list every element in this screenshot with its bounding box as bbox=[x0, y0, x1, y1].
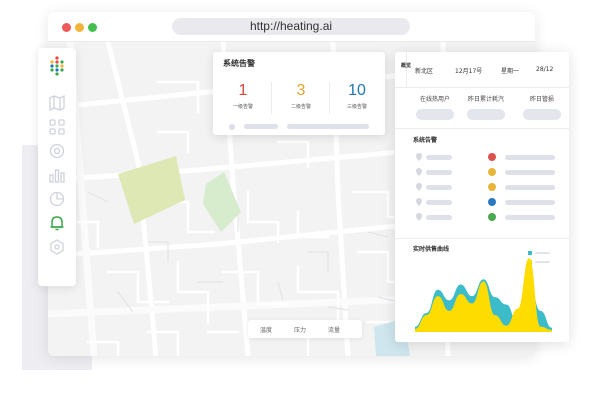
placeholder-bar bbox=[287, 124, 369, 129]
alarm-row-text-placeholder bbox=[426, 170, 452, 175]
address-bar[interactable]: http://heating.ai bbox=[172, 18, 410, 35]
district-label: 新北区 bbox=[415, 68, 434, 75]
alarm-row[interactable] bbox=[395, 196, 569, 208]
extra-label: 28/12 bbox=[536, 66, 554, 73]
close-window-button[interactable] bbox=[62, 23, 71, 32]
alarm-level-1-label: 一级告警 bbox=[232, 104, 253, 110]
divider bbox=[395, 128, 569, 129]
overview-panel: 概览 新北区 12月17号 星期一 28/12 在线热用户 昨日累计耗汽 昨日管… bbox=[395, 52, 569, 342]
location-pin-icon bbox=[416, 183, 422, 191]
alarm-level-1[interactable]: 1 一级告警 bbox=[216, 82, 270, 110]
stage: http://heating.ai 系统告警 1 一级告警 3 二级告警 10 … bbox=[0, 0, 600, 400]
tab-temperature[interactable]: 温度 bbox=[260, 325, 272, 334]
alarm-row-text-placeholder bbox=[426, 215, 452, 220]
metric-label: 在线热用户 bbox=[419, 96, 450, 103]
tab-flow[interactable]: 流量 bbox=[328, 325, 340, 334]
metric-label: 昨日累计耗汽 bbox=[467, 96, 504, 103]
bell-icon[interactable] bbox=[48, 214, 66, 232]
alarm-status-dot bbox=[488, 198, 496, 206]
alarm-row[interactable] bbox=[395, 211, 569, 223]
alarm-footer-dot bbox=[229, 124, 235, 130]
metric-pipe-loss: 昨日管损 bbox=[518, 94, 566, 120]
alarm-row[interactable] bbox=[395, 181, 569, 193]
alarm-row[interactable] bbox=[395, 151, 569, 163]
grid-icon[interactable] bbox=[48, 118, 66, 136]
alarm-level-2-label: 二级告警 bbox=[290, 104, 311, 110]
hexagon-icon[interactable] bbox=[48, 238, 66, 256]
alarm-level-3-count: 10 bbox=[348, 82, 366, 99]
metric-value-placeholder bbox=[467, 109, 505, 120]
metric-online-users: 在线热用户 bbox=[411, 94, 459, 120]
metric-value-placeholder bbox=[416, 109, 454, 120]
settings-icon[interactable] bbox=[48, 142, 66, 160]
alarm-panel-title: 系统告警 bbox=[223, 59, 255, 68]
location-pin-icon bbox=[416, 153, 422, 161]
minimize-window-button[interactable] bbox=[75, 23, 84, 32]
alarm-level-1-count: 1 bbox=[238, 82, 248, 99]
alarm-row-text-placeholder bbox=[426, 200, 452, 205]
alarm-level-3[interactable]: 10 三级告警 bbox=[330, 82, 384, 110]
logo-icon bbox=[50, 56, 64, 76]
overview-header: 概览 新北区 12月17号 星期一 28/12 bbox=[395, 52, 569, 88]
date-label: 12月17号 bbox=[455, 68, 483, 75]
alarm-status-dot bbox=[488, 183, 496, 191]
placeholder-bar bbox=[244, 124, 278, 129]
divider bbox=[395, 238, 569, 239]
bar-chart-icon[interactable] bbox=[48, 166, 66, 184]
alarm-summary-panel: 系统告警 1 一级告警 3 二级告警 10 三级告警 bbox=[213, 52, 385, 135]
weekday-label: 星期一 bbox=[501, 68, 520, 75]
alarm-status-dot bbox=[488, 213, 496, 221]
alarm-row-detail-placeholder bbox=[505, 215, 555, 220]
alarm-level-3-label: 三级告警 bbox=[346, 104, 367, 110]
realtime-supply-chart bbox=[415, 258, 552, 332]
pie-chart-icon[interactable] bbox=[48, 190, 66, 208]
metric-steam-usage: 昨日累计耗汽 bbox=[462, 94, 510, 120]
system-alarms-title: 系统告警 bbox=[413, 137, 438, 144]
location-pin-icon bbox=[416, 198, 422, 206]
metric-label: 昨日管损 bbox=[529, 96, 554, 103]
overview-tab-label: 概览 bbox=[401, 63, 412, 69]
alarm-row-detail-placeholder bbox=[505, 200, 555, 205]
metric-value-placeholder bbox=[523, 109, 561, 120]
maximize-window-button[interactable] bbox=[88, 23, 97, 32]
map-icon[interactable] bbox=[48, 94, 66, 112]
alarm-level-2-count: 3 bbox=[296, 82, 306, 99]
alarm-level-2[interactable]: 3 二级告警 bbox=[274, 82, 328, 110]
location-pin-icon bbox=[416, 213, 422, 221]
location-pin-icon bbox=[416, 168, 422, 176]
alarm-row-detail-placeholder bbox=[505, 155, 555, 160]
alarm-status-dot bbox=[488, 153, 496, 161]
alarm-row-detail-placeholder bbox=[505, 185, 555, 190]
alarm-row[interactable] bbox=[395, 166, 569, 178]
browser-titlebar: http://heating.ai bbox=[48, 12, 535, 42]
alarm-row-text-placeholder bbox=[426, 155, 452, 160]
alarm-row-text-placeholder bbox=[426, 185, 452, 190]
sidebar bbox=[38, 48, 76, 286]
alarm-status-dot bbox=[488, 168, 496, 176]
alarm-row-detail-placeholder bbox=[505, 170, 555, 175]
map-layer-tabs: 温度 压力 流量 bbox=[248, 320, 362, 338]
overview-tab[interactable]: 概览 bbox=[395, 52, 411, 88]
tab-pressure[interactable]: 压力 bbox=[294, 325, 306, 334]
divider bbox=[271, 82, 272, 114]
